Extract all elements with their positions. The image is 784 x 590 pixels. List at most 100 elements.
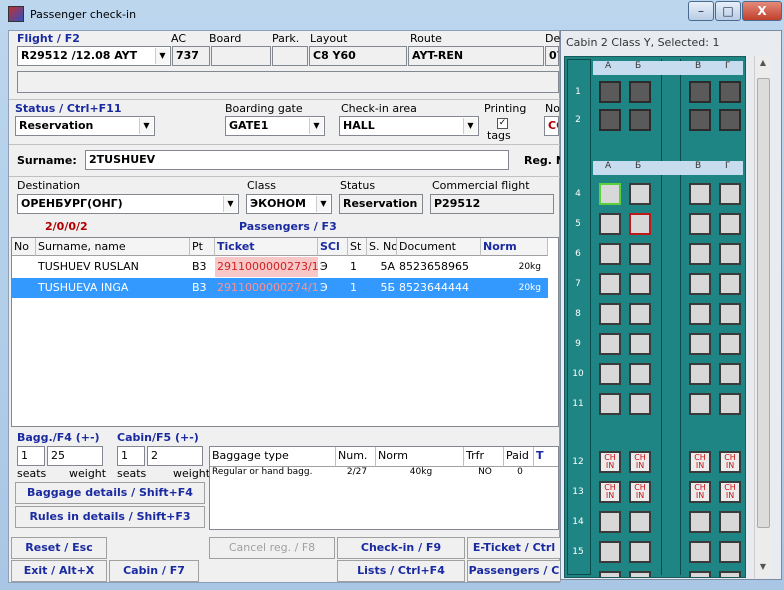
- col-paid[interactable]: Paid: [504, 447, 534, 467]
- table-row-selected[interactable]: TUSHUEVA INGA B3 2911000000274/1 Э 1 5Б …: [12, 278, 548, 298]
- seat-5-А[interactable]: [599, 213, 621, 235]
- seat-13-А[interactable]: CH IN: [599, 481, 621, 503]
- de-field[interactable]: 07: [545, 46, 559, 66]
- seat-14-А[interactable]: [599, 511, 621, 533]
- baggage-details-button[interactable]: Baggage details / Shift+F4: [15, 482, 205, 504]
- col-trfr[interactable]: Trfr: [464, 447, 504, 467]
- cabin-seats-input[interactable]: 1: [117, 446, 145, 466]
- status-select[interactable]: Reservation ▼: [15, 116, 155, 136]
- col-num[interactable]: Num.: [336, 447, 376, 467]
- col-st[interactable]: St: [348, 238, 367, 256]
- seat-11-В[interactable]: [689, 393, 711, 415]
- scroll-down-icon[interactable]: ▼: [757, 562, 769, 574]
- board-field[interactable]: [211, 46, 271, 66]
- seat-6-Г[interactable]: [719, 243, 741, 265]
- seat-4-Г[interactable]: [719, 183, 741, 205]
- seat-12-Г[interactable]: CH IN: [719, 451, 741, 473]
- seat-10-Б[interactable]: [629, 363, 651, 385]
- seat-7-В[interactable]: [689, 273, 711, 295]
- seat-6-А[interactable]: [599, 243, 621, 265]
- seat-15-Б[interactable]: [629, 541, 651, 563]
- ac-field[interactable]: 737: [172, 46, 210, 66]
- lists-button[interactable]: Lists / Ctrl+F4: [337, 560, 465, 582]
- printing-tags-checkbox[interactable]: ✓: [497, 118, 508, 129]
- col-sno[interactable]: S. No: [367, 238, 397, 256]
- col-norm[interactable]: Norm: [481, 238, 548, 256]
- seat-16-Г[interactable]: [719, 571, 741, 577]
- seat-15-В[interactable]: [689, 541, 711, 563]
- col-pt[interactable]: Pt: [190, 238, 215, 256]
- class-select[interactable]: ЭКОНОМ ▼: [246, 194, 332, 214]
- seat-8-В[interactable]: [689, 303, 711, 325]
- col-bag-norm[interactable]: Norm: [376, 447, 464, 467]
- seat-10-Г[interactable]: [719, 363, 741, 385]
- cancel-registration-button[interactable]: Cancel reg. / F8: [209, 537, 335, 559]
- seat-7-А[interactable]: [599, 273, 621, 295]
- col-document[interactable]: Document: [397, 238, 481, 256]
- seat-4-В[interactable]: [689, 183, 711, 205]
- cabin-button[interactable]: Cabin / F7: [109, 560, 199, 582]
- seat-9-Б[interactable]: [629, 333, 651, 355]
- gate-select[interactable]: GATE1 ▼: [225, 116, 325, 136]
- seat-16-В[interactable]: [689, 571, 711, 577]
- park-field[interactable]: [272, 46, 308, 66]
- pax-status-field[interactable]: Reservation: [339, 194, 423, 214]
- seat-16-А[interactable]: [599, 571, 621, 577]
- surname-input[interactable]: 2TUSHUEV: [85, 150, 509, 170]
- seat-11-А[interactable]: [599, 393, 621, 415]
- seat-12-А[interactable]: CH IN: [599, 451, 621, 473]
- flight-select[interactable]: R29512 /12.08 AYT ▼: [17, 46, 171, 66]
- layout-field[interactable]: C8 Y60: [309, 46, 407, 66]
- route-field[interactable]: AYT-REN: [408, 46, 544, 66]
- seat-13-Г[interactable]: CH IN: [719, 481, 741, 503]
- seat-7-Г[interactable]: [719, 273, 741, 295]
- seat-10-В[interactable]: [689, 363, 711, 385]
- passengers-button[interactable]: Passengers / C: [467, 560, 561, 582]
- seat-8-Б[interactable]: [629, 303, 651, 325]
- seat-13-В[interactable]: CH IN: [689, 481, 711, 503]
- exit-button[interactable]: Exit / Alt+X: [11, 560, 107, 582]
- bagg-seats-input[interactable]: 1: [17, 446, 45, 466]
- seat-11-Г[interactable]: [719, 393, 741, 415]
- bagg-weight-input[interactable]: 25: [47, 446, 103, 466]
- seat-14-В[interactable]: [689, 511, 711, 533]
- destination-select[interactable]: ОРЕНБУРГ(ОНГ) ▼: [17, 194, 239, 214]
- col-baggage-type[interactable]: Baggage type: [210, 447, 336, 467]
- reset-button[interactable]: Reset / Esc: [11, 537, 107, 559]
- scroll-up-icon[interactable]: ▲: [757, 58, 769, 70]
- col-no[interactable]: No: [12, 238, 36, 256]
- seat-13-Б[interactable]: CH IN: [629, 481, 651, 503]
- seat-8-Г[interactable]: [719, 303, 741, 325]
- no-field[interactable]: CC: [544, 116, 559, 136]
- seat-10-А[interactable]: [599, 363, 621, 385]
- seatmap-scrollbar[interactable]: ▲ ▼: [754, 56, 771, 578]
- maximize-button[interactable]: □: [715, 1, 741, 21]
- col-ticket[interactable]: Ticket: [215, 238, 318, 256]
- cabin-weight-input[interactable]: 2: [147, 446, 203, 466]
- scroll-thumb[interactable]: [757, 78, 770, 528]
- check-in-button[interactable]: Check-in / F9: [337, 537, 465, 559]
- eticket-button[interactable]: E-Ticket / Ctrl: [467, 537, 561, 559]
- seat-14-Б[interactable]: [629, 511, 651, 533]
- col-name[interactable]: Surname, name: [36, 238, 190, 256]
- seat-6-Б[interactable]: [629, 243, 651, 265]
- title-bar[interactable]: Passenger check-in: [0, 0, 784, 30]
- commercial-flight-field[interactable]: P29512: [430, 194, 554, 214]
- seat-5-В[interactable]: [689, 213, 711, 235]
- seat-11-Б[interactable]: [629, 393, 651, 415]
- seat-15-Г[interactable]: [719, 541, 741, 563]
- close-button[interactable]: X: [742, 1, 782, 21]
- rules-in-details-button[interactable]: Rules in details / Shift+F3: [15, 506, 205, 528]
- checkin-area-select[interactable]: HALL ▼: [339, 116, 479, 136]
- minimize-button[interactable]: –: [688, 1, 714, 21]
- col-scl[interactable]: SCl: [318, 238, 348, 256]
- seat-12-Б[interactable]: CH IN: [629, 451, 651, 473]
- seat-9-В[interactable]: [689, 333, 711, 355]
- seat-16-Б[interactable]: [629, 571, 651, 577]
- seat-7-Б[interactable]: [629, 273, 651, 295]
- table-row[interactable]: Regular or hand bagg. 2/27 40kg NO 0: [210, 465, 558, 479]
- seat-4-Б[interactable]: [629, 183, 651, 205]
- seat-5-Г[interactable]: [719, 213, 741, 235]
- seat-4-А[interactable]: [599, 183, 621, 205]
- seat-9-Г[interactable]: [719, 333, 741, 355]
